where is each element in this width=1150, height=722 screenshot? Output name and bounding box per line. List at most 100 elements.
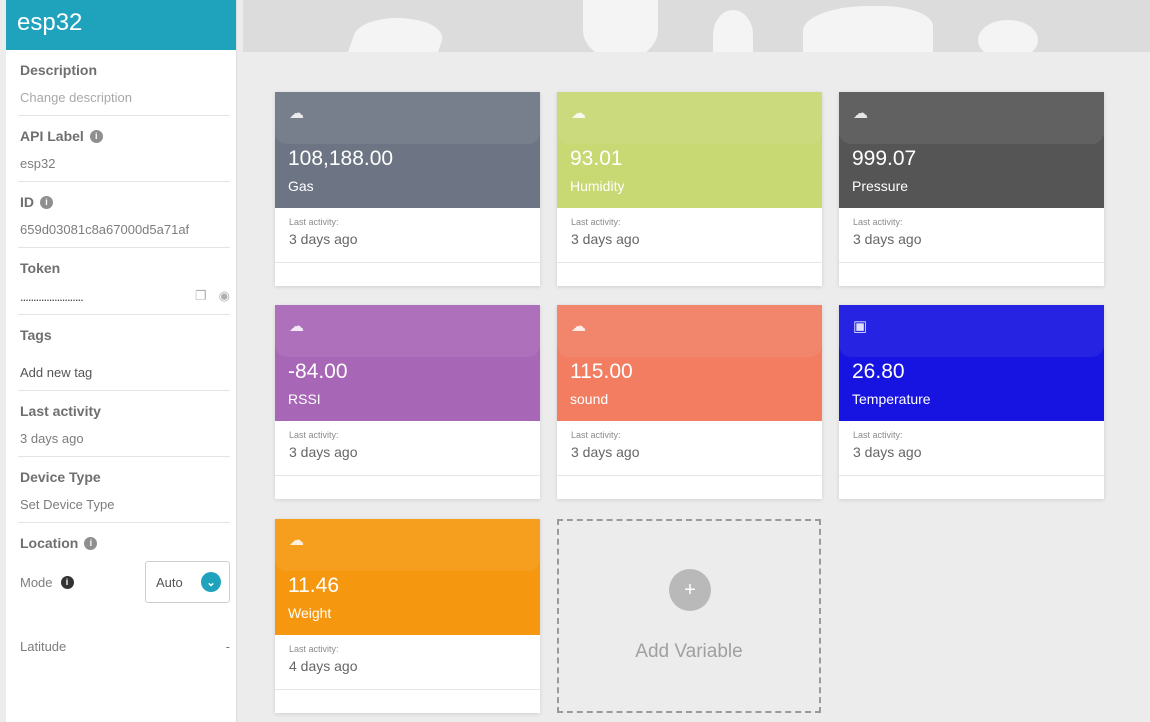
- variable-value: 26.80: [852, 360, 905, 383]
- last-activity-label: Last activity:: [289, 430, 339, 440]
- variable-name: Gas: [288, 178, 314, 194]
- device-type-section: Device Type Set Device Type: [18, 457, 230, 523]
- device-sidebar: esp32 Description Change description API…: [6, 0, 237, 722]
- card-footer: [557, 262, 822, 286]
- cloud-upload-icon: ☁: [289, 318, 304, 335]
- variable-value: 11.46: [288, 574, 339, 597]
- cloud-upload-icon: ☁: [853, 105, 868, 122]
- id-value: 659d03081c8a67000d5a71af: [20, 222, 190, 237]
- variable-value: 93.01: [570, 147, 623, 170]
- location-section: Location i Mode i Auto ⌄: [18, 523, 230, 613]
- id-section: ID i 659d03081c8a67000d5a71af: [18, 182, 230, 248]
- info-icon[interactable]: i: [84, 536, 98, 550]
- info-icon[interactable]: i: [40, 195, 53, 209]
- token-section: Token ........................ ❐ ◉: [18, 248, 230, 315]
- id-label: ID: [20, 194, 34, 210]
- variable-card-weight[interactable]: ☁ 11.46 Weight Last activity: 4 days ago: [275, 519, 540, 713]
- last-activity-label: Last activity: [20, 403, 101, 419]
- variable-card-header: ☁ 115.00 sound: [557, 305, 822, 421]
- variable-card-header: ▣ 26.80 Temperature: [839, 305, 1104, 421]
- variable-card-pressure[interactable]: ☁ 999.07 Pressure Last activity: 3 days …: [839, 92, 1104, 286]
- map-land: [803, 6, 933, 52]
- variable-card-header: ☁ 999.07 Pressure: [839, 92, 1104, 208]
- area-chart-icon: ▣: [853, 318, 868, 335]
- card-footer: [275, 475, 540, 499]
- mode-select[interactable]: Auto ⌄: [145, 561, 230, 603]
- api-label-label: API Label: [20, 128, 84, 144]
- device-page: esp32 Description Change description API…: [0, 0, 1150, 722]
- variable-name: Humidity: [570, 178, 625, 194]
- eye-icon[interactable]: ◉: [219, 288, 230, 304]
- info-icon[interactable]: i: [60, 575, 74, 589]
- variable-value: -84.00: [288, 360, 348, 383]
- cloud-upload-icon: ☁: [289, 532, 304, 549]
- map-land: [713, 10, 753, 52]
- map-land: [345, 18, 451, 52]
- variable-value: 115.00: [570, 360, 633, 383]
- variable-card-sound[interactable]: ☁ 115.00 sound Last activity: 3 days ago: [557, 305, 822, 499]
- variable-name: sound: [570, 391, 609, 407]
- variable-card-rssi[interactable]: ☁ -84.00 RSSI Last activity: 3 days ago: [275, 305, 540, 499]
- token-label: Token: [20, 260, 61, 276]
- variable-name: Pressure: [852, 178, 909, 194]
- last-activity-value: 3 days ago: [289, 231, 358, 247]
- variable-card-header: ☁ 93.01 Humidity: [557, 92, 822, 208]
- card-footer: [275, 689, 540, 713]
- last-activity-value: 3 days ago: [571, 444, 640, 460]
- variable-name: Weight: [288, 605, 332, 621]
- last-activity-value: 3 days ago: [289, 444, 358, 460]
- variable-value: 108,188.00: [288, 147, 394, 170]
- location-label: Location: [20, 535, 79, 551]
- chevron-down-icon[interactable]: ⌄: [201, 572, 221, 592]
- description-label: Description: [20, 62, 98, 78]
- mode-value: Auto: [156, 574, 183, 590]
- last-activity-value: 4 days ago: [289, 658, 358, 674]
- cloud-upload-icon: ☁: [289, 105, 304, 122]
- last-activity-value: 3 days ago: [20, 431, 84, 446]
- last-activity-label: Last activity:: [571, 217, 621, 227]
- variable-card-temperature[interactable]: ▣ 26.80 Temperature Last activity: 3 day…: [839, 305, 1104, 499]
- device-map[interactable]: [243, 0, 1150, 52]
- device-type-label: Device Type: [20, 469, 101, 485]
- latitude-row: Latitude -: [20, 639, 230, 654]
- variable-name: RSSI: [288, 391, 321, 407]
- tags-label: Tags: [20, 327, 52, 343]
- card-footer: [839, 262, 1104, 286]
- mode-label: Mode: [20, 574, 53, 590]
- add-variable-button[interactable]: +: [669, 569, 711, 611]
- map-land: [583, 0, 658, 52]
- last-activity-value: 3 days ago: [853, 444, 922, 460]
- variable-card-humidity[interactable]: ☁ 93.01 Humidity Last activity: 3 days a…: [557, 92, 822, 286]
- last-activity-label: Last activity:: [853, 217, 903, 227]
- description-section: Description Change description: [18, 50, 230, 116]
- device-type-field[interactable]: Set Device Type: [20, 497, 230, 512]
- variable-value: 999.07: [852, 147, 917, 170]
- token-value: ........................: [20, 288, 84, 304]
- add-variable-card[interactable]: + Add Variable: [557, 519, 821, 713]
- variable-card-gas[interactable]: ☁ 108,188.00 Gas Last activity: 3 days a…: [275, 92, 540, 286]
- card-footer: [275, 262, 540, 286]
- last-activity-section: Last activity 3 days ago: [18, 391, 230, 457]
- device-name[interactable]: esp32: [6, 0, 236, 50]
- variable-card-header: ☁ 108,188.00 Gas: [275, 92, 540, 208]
- map-land: [978, 20, 1038, 52]
- latitude-label: Latitude: [20, 639, 67, 654]
- card-footer: [557, 475, 822, 499]
- last-activity-value: 3 days ago: [571, 231, 640, 247]
- info-icon[interactable]: i: [89, 129, 103, 143]
- cloud-upload-icon: ☁: [571, 105, 586, 122]
- last-activity-label: Last activity:: [853, 430, 903, 440]
- tags-section: Tags Add new tag: [18, 315, 230, 391]
- last-activity-value: 3 days ago: [853, 231, 922, 247]
- api-label-section: API Label i esp32: [18, 116, 230, 182]
- last-activity-label: Last activity:: [571, 430, 621, 440]
- copy-icon[interactable]: ❐: [195, 288, 207, 304]
- variable-card-header: ☁ 11.46 Weight: [275, 519, 540, 635]
- last-activity-label: Last activity:: [289, 644, 339, 654]
- latitude-value[interactable]: -: [226, 639, 230, 654]
- api-label-field[interactable]: esp32: [20, 156, 230, 171]
- add-variable-label[interactable]: Add Variable: [559, 641, 819, 663]
- add-tag-input[interactable]: Add new tag: [20, 365, 230, 380]
- description-field[interactable]: Change description: [20, 90, 230, 105]
- last-activity-label: Last activity:: [289, 217, 339, 227]
